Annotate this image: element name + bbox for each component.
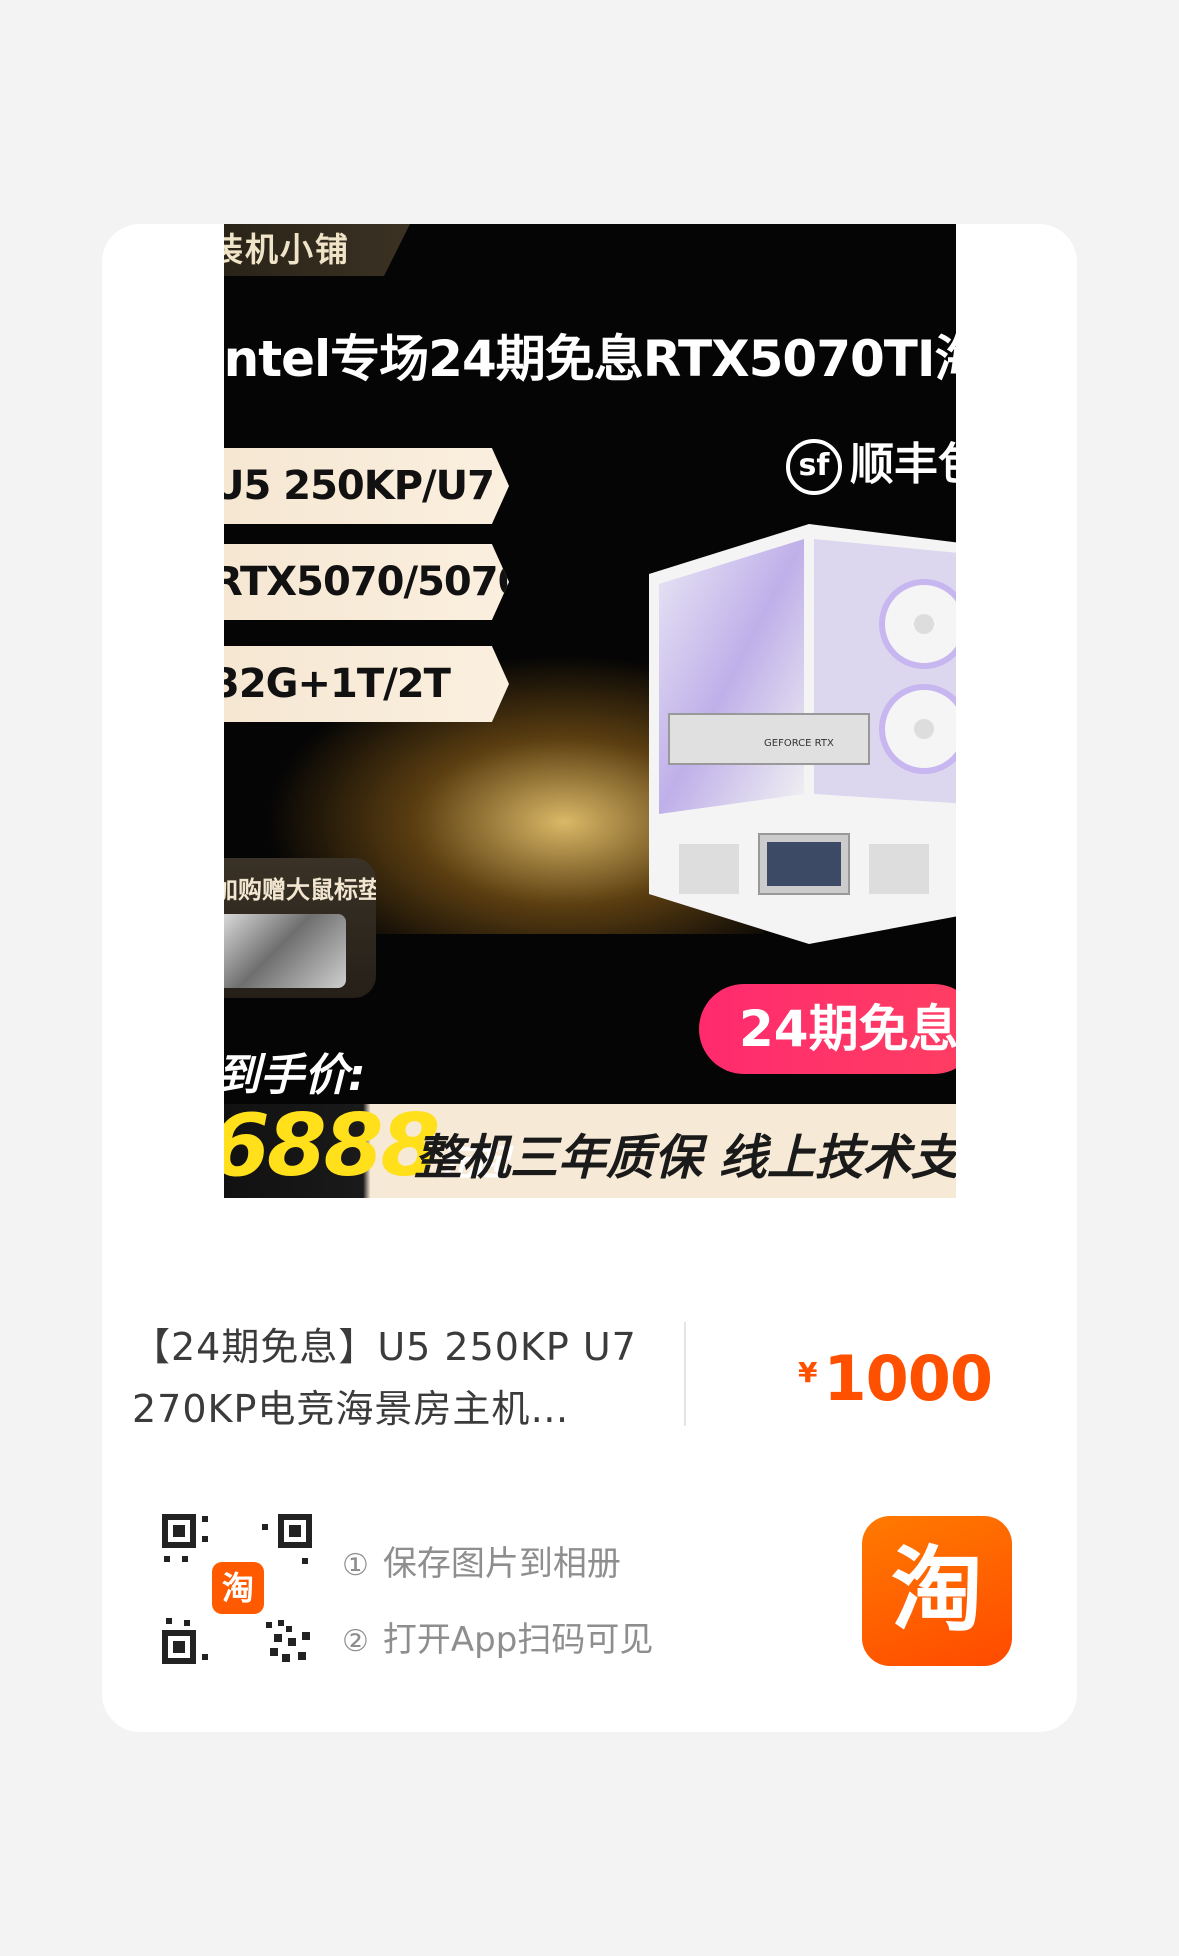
step-text: 保存图片到相册 xyxy=(382,1544,621,1584)
step-number: ② xyxy=(342,1624,369,1659)
shop-tag: 装机小铺 xyxy=(224,224,410,276)
gift-title: 加购赠大鼠标垫 xyxy=(224,876,376,904)
taobao-app-icon[interactable]: 淘 xyxy=(862,1516,1012,1666)
share-card: 装机小铺 Intel专场24期免息RTX5070TI海景 sf顺丰包邮 U5 2… xyxy=(102,224,1077,1732)
step-open-app: ② 打开App扫码可见 xyxy=(342,1612,653,1661)
qr-code[interactable]: 淘 xyxy=(162,1514,312,1664)
step-save-image: ① 保存图片到相册 xyxy=(342,1536,621,1585)
price-label: 到手价: xyxy=(224,1050,366,1101)
product-title[interactable]: 【24期免息】U5 250KP U7 270KP电竞海景房主机… xyxy=(132,1316,672,1440)
sf-logo-icon: sf xyxy=(786,439,842,495)
step-number: ① xyxy=(342,1548,369,1583)
price-amount: 1000 xyxy=(823,1342,993,1415)
spec-memory: 32G+1T/2T xyxy=(224,646,509,722)
guarantee-text: 整机三年质保 线上技术支持 xyxy=(414,1130,956,1186)
product-image[interactable]: 装机小铺 Intel专场24期免息RTX5070TI海景 sf顺丰包邮 U5 2… xyxy=(224,224,956,1198)
shipping-badge-text: 顺丰包邮 xyxy=(850,439,956,490)
image-headline: Intel专场24期免息RTX5070TI海景 xyxy=(224,330,956,388)
spec-gpu: RTX5070/5070TI xyxy=(224,544,509,620)
pc-case-image: GEFORCE RTX xyxy=(649,524,956,944)
spec-cpu: U5 250KP/U7 270KP xyxy=(224,448,509,524)
step-text: 打开App扫码可见 xyxy=(382,1620,654,1660)
divider xyxy=(684,1322,686,1426)
currency-symbol: ¥ xyxy=(798,1356,818,1389)
mousepad-image xyxy=(224,914,346,988)
taobao-qr-logo-icon: 淘 xyxy=(212,1562,264,1614)
gpu-label: GEFORCE RTX xyxy=(764,738,834,749)
gift-box: 加购赠大鼠标垫 xyxy=(224,858,376,998)
product-price: ¥1000 xyxy=(798,1342,993,1415)
shipping-badge: sf顺丰包邮 xyxy=(786,430,956,500)
interest-free-pill: 24期免息 xyxy=(699,984,956,1074)
